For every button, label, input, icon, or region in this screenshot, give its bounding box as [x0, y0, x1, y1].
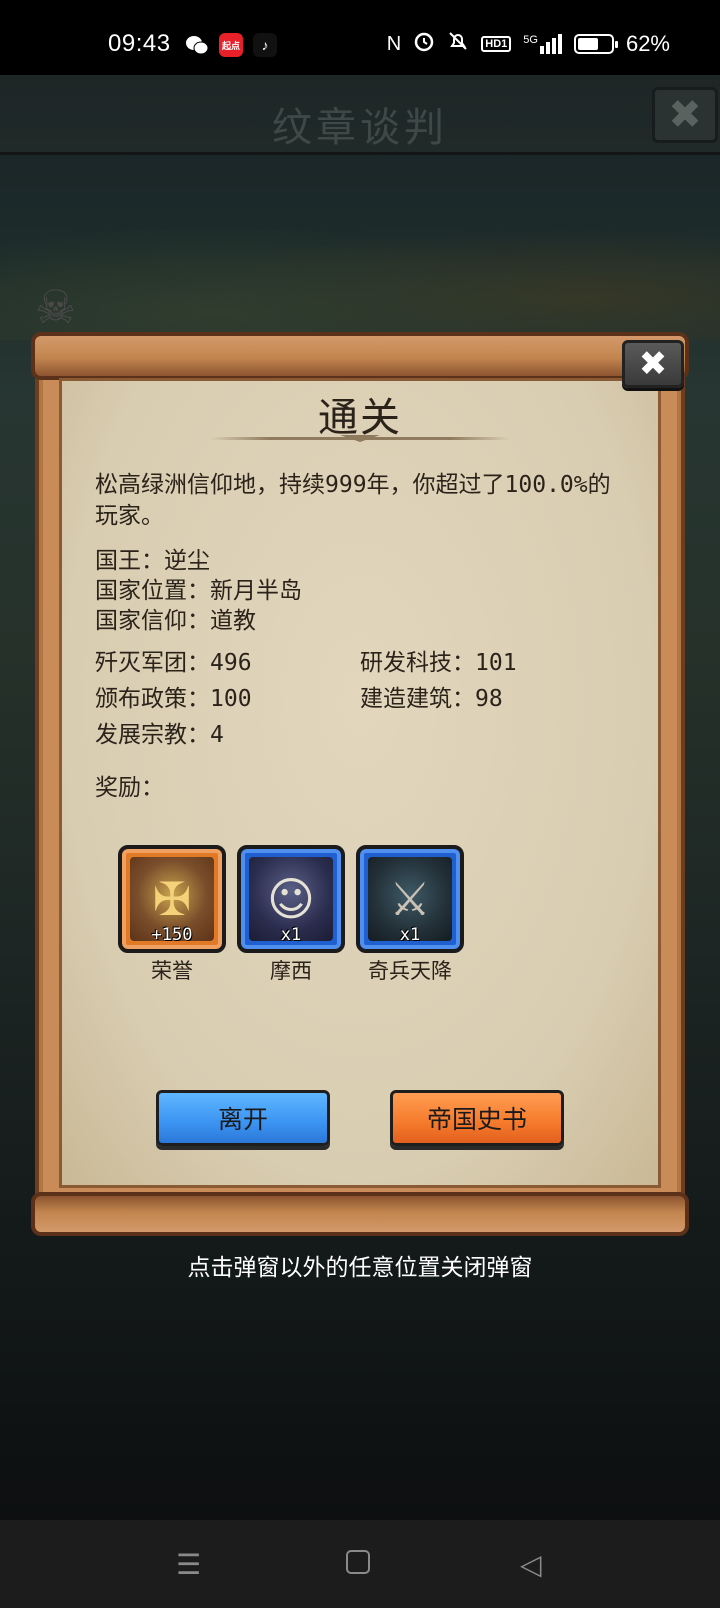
scroll-rod-top	[31, 332, 689, 380]
stat-tech-researched: 研发科技：101	[360, 650, 517, 676]
stat-religions-developed: 发展宗教：4	[95, 722, 224, 748]
tiktok-icon: ♪	[253, 33, 277, 57]
screen-title: 纹章谈判	[272, 105, 448, 151]
stat-policies-issued: 颁布政策：100	[95, 686, 252, 712]
leave-button[interactable]: 离开	[156, 1090, 330, 1146]
stat-armies-destroyed: 歼灭军团：496	[95, 650, 252, 676]
reward-honor[interactable]: ✠ +150 荣誉	[118, 845, 226, 985]
hd-voice-icon: HD1	[481, 36, 512, 52]
system-indicators: N HD1 5G 62%	[387, 30, 670, 58]
alarm-icon	[413, 30, 435, 58]
reward-frame: ⚔ x1	[356, 845, 464, 953]
reward-name: 奇兵天降	[368, 959, 452, 983]
reward-frame: ✠ +150	[118, 845, 226, 953]
country-location: 国家位置：新月半岛	[95, 578, 302, 604]
dialog-close-button[interactable]: ✖	[622, 340, 684, 388]
pirate-flag-icon: ☠	[35, 280, 77, 334]
battery-icon	[573, 34, 618, 54]
reward-count: x1	[399, 925, 421, 945]
navigation-bar: ☰ ◁	[0, 1520, 720, 1608]
wechat-icon	[185, 33, 209, 57]
reward-name: 荣誉	[151, 959, 193, 983]
battery-percent: 62%	[625, 31, 670, 56]
reward-moses[interactable]: ☺ x1 摩西	[237, 845, 345, 985]
reward-count: +150	[151, 925, 193, 945]
mute-icon	[447, 30, 469, 58]
menu-icon[interactable]: ☰	[176, 1548, 201, 1581]
stat-buildings-built: 建造建筑：98	[360, 686, 503, 712]
back-icon[interactable]: ◁	[520, 1548, 542, 1581]
reward-name: 摩西	[270, 959, 312, 983]
battery-level	[577, 38, 598, 50]
screen-close-button[interactable]: ✖	[652, 87, 718, 143]
clock: 09:43	[108, 30, 171, 57]
reward-surprise-troops[interactable]: ⚔ x1 奇兵天降	[356, 845, 464, 985]
qidian-icon: 起点	[219, 33, 243, 57]
signal-icon: 5G	[523, 34, 562, 54]
empire-history-button[interactable]: 帝国史书	[390, 1090, 564, 1146]
scroll-rod-bottom	[31, 1192, 689, 1236]
result-summary: 松高绿洲信仰地，持续999年，你超过了100.0%的玩家。	[95, 472, 611, 529]
dismiss-hint: 点击弹窗以外的任意位置关闭弹窗	[187, 1255, 533, 1281]
reward-count: x1	[280, 925, 302, 945]
reward-frame: ☺ x1	[237, 845, 345, 953]
network-type: 5G	[523, 34, 538, 46]
notification-icons: 起点 ♪	[185, 33, 277, 57]
nfc-icon: N	[386, 32, 402, 55]
home-icon[interactable]	[346, 1550, 370, 1574]
king-name: 国王：逆尘	[95, 548, 210, 574]
rewards-label: 奖励：	[95, 775, 164, 801]
country-faith: 国家信仰：道教	[95, 608, 256, 634]
dialog-title: 通关	[318, 395, 402, 441]
